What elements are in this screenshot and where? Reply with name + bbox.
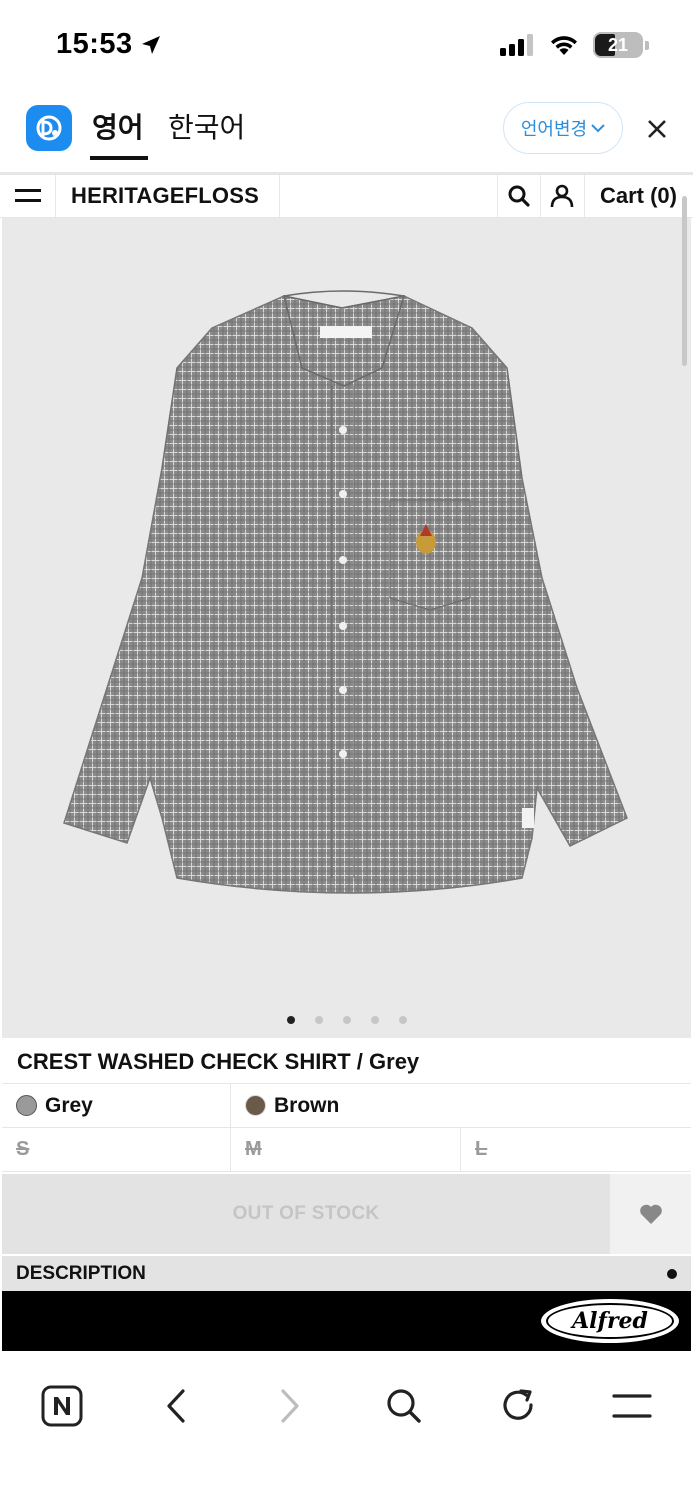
chevron-down-icon [591, 124, 605, 133]
product-title: CREST WASHED CHECK SHIRT / Grey [2, 1040, 691, 1084]
alfred-logo-text: Alfred [546, 1303, 674, 1339]
heart-icon [639, 1204, 662, 1224]
refresh-button[interactable] [488, 1376, 548, 1436]
size-option-s[interactable]: S [2, 1128, 231, 1171]
wishlist-button[interactable] [610, 1174, 691, 1254]
hamburger-icon [14, 189, 41, 202]
color-option-grey[interactable]: Grey [2, 1084, 231, 1127]
search-icon [387, 1389, 421, 1423]
forward-button[interactable] [260, 1376, 320, 1436]
close-icon [648, 120, 666, 138]
status-time: 15:53 [56, 28, 163, 61]
location-arrow-icon [141, 35, 160, 54]
search-button[interactable] [496, 175, 541, 217]
browser-toolbar [0, 1358, 693, 1500]
site-header: HERITAGEFLOSS Cart (0) [0, 172, 693, 218]
user-icon [551, 184, 574, 208]
language-change-label: 언어변경 [520, 119, 588, 139]
menu-button[interactable] [0, 175, 56, 217]
color-option-label: Brown [274, 1093, 340, 1117]
wifi-icon [551, 36, 577, 55]
out-of-stock-button[interactable]: OUT OF STOCK [2, 1174, 610, 1254]
description-toggle[interactable]: DESCRIPTION [2, 1256, 691, 1292]
status-bar: 15:53 21 [0, 0, 693, 92]
naver-home-button[interactable] [32, 1376, 92, 1436]
account-button[interactable] [541, 175, 585, 217]
carousel-dot[interactable] [314, 1016, 323, 1024]
expand-dot-icon [667, 1269, 677, 1279]
purchase-row: OUT OF STOCK [2, 1174, 691, 1254]
color-option-label: Grey [45, 1093, 93, 1117]
refresh-icon [503, 1389, 533, 1420]
color-option-brown[interactable]: Brown [231, 1084, 339, 1127]
hamburger-icon [612, 1394, 652, 1418]
cut-off-content [2, 1350, 691, 1358]
carousel-dot[interactable] [398, 1016, 407, 1024]
tab-english[interactable]: 영어 [90, 106, 148, 160]
menu-toolbar-button[interactable] [602, 1376, 662, 1436]
page-scrollbar[interactable] [682, 196, 687, 366]
battery-icon: 21 [593, 32, 643, 58]
color-options: Grey Brown [2, 1084, 691, 1128]
brown-swatch-icon [245, 1095, 266, 1116]
description-label: DESCRIPTION [16, 1263, 146, 1284]
alfred-logo: Alfred [541, 1299, 679, 1343]
naver-n-icon [41, 1385, 83, 1427]
battery-percent: 21 [607, 34, 629, 55]
carousel-dot[interactable] [370, 1016, 379, 1024]
shirt-image [63, 290, 628, 894]
cellular-signal-icon [500, 34, 533, 56]
grey-swatch-icon [16, 1095, 37, 1116]
search-toolbar-button[interactable] [374, 1376, 434, 1436]
status-indicators: 21 [499, 32, 649, 58]
search-icon [508, 185, 530, 207]
carousel-dot[interactable] [342, 1016, 351, 1024]
close-translate-button[interactable] [640, 112, 674, 146]
chevron-left-icon [167, 1389, 185, 1423]
translate-bar: 영어 한국어 언어변경 [0, 92, 693, 172]
ad-banner[interactable]: Alfred [2, 1291, 691, 1351]
cart-button[interactable]: Cart (0) [585, 175, 693, 217]
status-time-text: 15:53 [56, 28, 133, 60]
chevron-right-icon [281, 1389, 299, 1423]
brand-logo[interactable]: HERITAGEFLOSS [56, 175, 280, 217]
product-image-carousel[interactable] [2, 218, 691, 1038]
carousel-dots [2, 1016, 691, 1024]
battery-tip [645, 40, 649, 50]
back-button[interactable] [146, 1376, 206, 1436]
tab-korean[interactable]: 한국어 [168, 106, 245, 146]
size-options: S M L [2, 1128, 691, 1172]
language-change-button[interactable]: 언어변경 [503, 102, 623, 154]
size-option-l[interactable]: L [461, 1128, 691, 1171]
papago-logo-icon[interactable] [26, 105, 72, 151]
carousel-dot[interactable] [286, 1016, 295, 1024]
size-option-m[interactable]: M [231, 1128, 461, 1171]
